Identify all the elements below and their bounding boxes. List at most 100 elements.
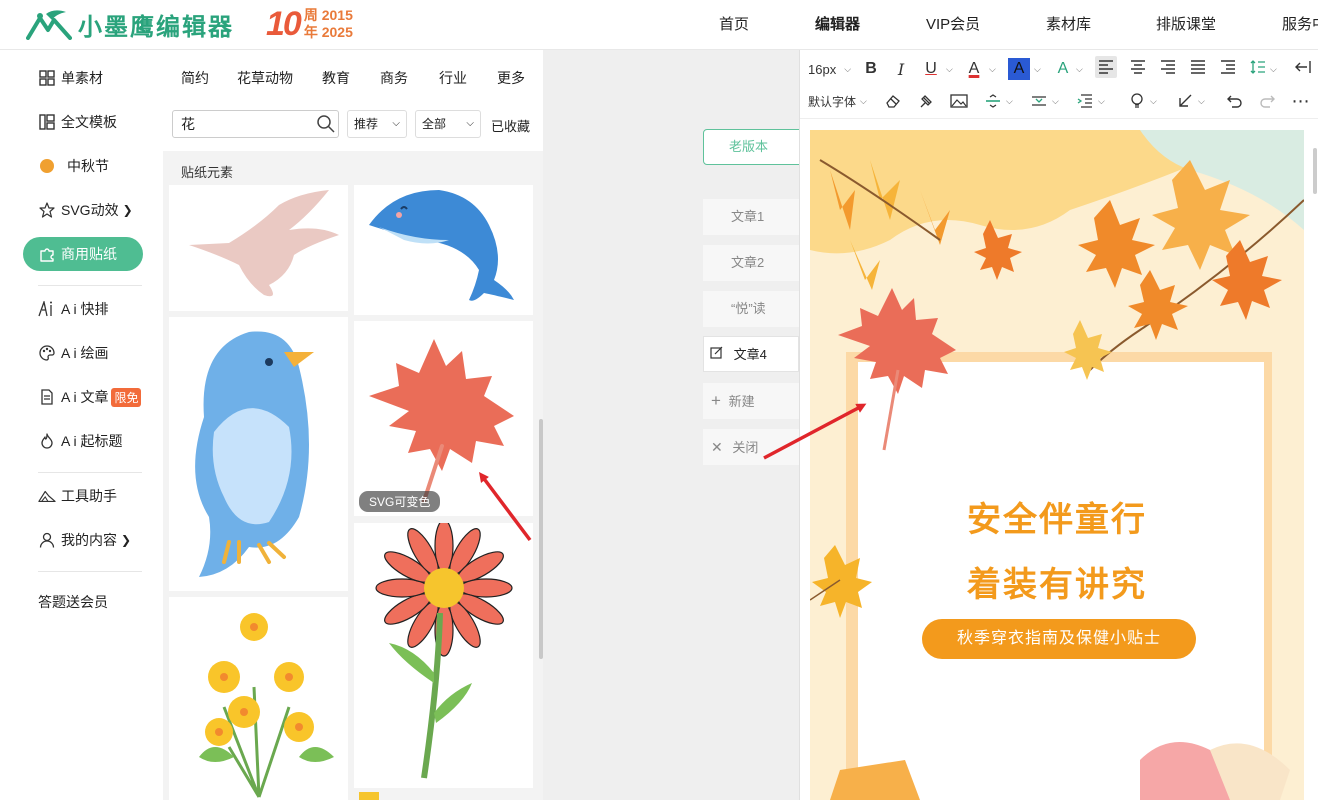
font-size-value: 16px [808,61,837,77]
sidebar-item-tools[interactable]: 工具助手 [23,479,143,513]
sidebar-item-label: A i 文章 [61,389,109,405]
article-label: 文章4 [733,347,767,362]
sidebar-item-stickers[interactable]: 商用贴纸 [23,237,143,271]
image-icon[interactable] [948,90,970,112]
chevron-down-icon: ⌵ [392,118,400,129]
star-icon [38,201,56,219]
anniversary-char-1: 周 [303,7,318,23]
sticker-daisy[interactable] [354,523,533,788]
nav-course[interactable]: 排版课堂 [1156,0,1216,50]
sidebar-item-label: 中秋节 [67,158,109,174]
sidebar-item-label: A i 起标题 [61,433,123,449]
highlight-color-icon[interactable]: A [1008,58,1030,80]
indent-icon[interactable] [1217,56,1239,78]
category-tab[interactable]: 更多 [497,68,525,88]
layout-icon [38,113,56,131]
text-effect-icon[interactable]: A [1052,58,1074,80]
nav-home[interactable]: 首页 [719,0,749,50]
sticker-dove[interactable] [169,185,348,311]
align-right-icon[interactable] [1157,56,1179,78]
sidebar: 单素材 全文模板 中秋节 SVG动效 ❯ 商用贴纸 A i 快排 A i 绘画 … [0,50,163,800]
letter-spacing-icon[interactable] [1074,90,1096,112]
arrow-down-left-icon[interactable] [1174,90,1196,112]
align-left-icon[interactable] [1095,56,1117,78]
nav-editor[interactable]: 编辑器 [815,0,860,50]
undo-icon[interactable] [1224,90,1246,112]
sidebar-item-label: A i 绘画 [61,345,109,361]
sidebar-item-ai-article[interactable]: A i 文章 限免 [23,380,153,414]
sticker-grid: 贴纸元素 SVG可变色 [163,151,543,800]
align-justify-icon[interactable] [1187,56,1209,78]
sticker-dolphin[interactable] [354,185,533,315]
sticker-maple-leaf[interactable]: SVG可变色 [354,321,533,516]
sidebar-item-ai-paint[interactable]: A i 绘画 [23,336,143,370]
close-article-button[interactable]: ✕ 关闭 [703,429,799,465]
sort-select[interactable]: 推荐 ⌵ [347,110,407,138]
flame-icon [38,432,56,450]
chevron-down-icon: ⌵ [1034,64,1041,74]
sidebar-item-my-content[interactable]: 我的内容 ❯ [23,523,143,557]
free-badge: 限免 [111,387,142,407]
font-family-select[interactable]: 默认字体 ⌵ [808,90,867,112]
svg-color-tag: SVG可变色 [359,491,441,512]
chevron-down-icon: ⌵ [1052,96,1059,106]
filter-select[interactable]: 全部 ⌵ [415,110,481,138]
article-item[interactable]: “悦”读 [703,291,799,327]
article-item[interactable]: 文章1 [703,199,799,235]
palette-icon [38,344,56,362]
category-tab[interactable]: 花草动物 [237,68,293,88]
nav-vip[interactable]: VIP会员 [926,0,980,50]
sidebar-item-label: 答题送会员 [38,594,108,610]
sidebar-item-label: A i 快排 [61,301,109,317]
headline-1[interactable]: 安全伴童行 [810,492,1304,541]
sticker-yellow-flowers[interactable] [169,597,348,800]
format-brush-icon[interactable] [914,90,936,112]
bulb-icon[interactable] [1126,90,1148,112]
sidebar-item-single[interactable]: 单素材 [23,61,143,95]
sidebar-item-svg[interactable]: SVG动效 ❯ [23,193,143,227]
top-bar: 小墨鹰编辑器 10 周 2015 年 2025 首页 编辑器 VIP会员 素材库… [0,0,1318,50]
article-item[interactable]: 文章2 [703,245,799,281]
headline-2[interactable]: 着装有讲究 [810,557,1304,606]
sidebar-item-ai-layout[interactable]: A i 快排 [23,292,143,326]
exit-icon[interactable] [1292,56,1314,78]
font-size-select[interactable]: 16px ⌵ [808,58,851,80]
line-height-icon[interactable] [1247,56,1269,78]
font-color-icon[interactable]: A [963,58,985,80]
nav-materials[interactable]: 素材库 [1046,0,1091,50]
chevron-down-icon: ⌵ [1006,96,1013,106]
sidebar-item-quiz[interactable]: 答题送会员 [23,585,143,619]
article-canvas[interactable]: 安全伴童行 着装有讲究 秋季穿衣指南及保健小贴士 [810,130,1304,800]
category-tab[interactable]: 行业 [439,68,467,88]
divider-icon[interactable] [982,90,1004,112]
subtitle-pill[interactable]: 秋季穿衣指南及保健小贴士 [922,619,1196,659]
sidebar-item-ai-title[interactable]: A i 起标题 [23,424,143,458]
spacing-icon[interactable] [1028,90,1050,112]
align-center-icon[interactable] [1127,56,1149,78]
new-article-button[interactable]: + 新建 [703,383,799,419]
anniversary-badge: 10 周 2015 年 2025 [266,4,353,44]
nav-service[interactable]: 服务中心 [1282,0,1318,50]
category-tab[interactable]: 简约 [181,68,209,88]
search-icon[interactable] [316,114,336,134]
puzzle-icon [38,245,56,263]
logo[interactable]: 小墨鹰编辑器 [26,8,234,41]
bold-icon[interactable]: B [860,58,882,80]
search-input[interactable]: 花 [172,110,339,138]
category-tab[interactable]: 商务 [380,68,408,88]
category-tab[interactable]: 教育 [322,68,350,88]
redo-icon[interactable] [1256,90,1278,112]
doc-icon [38,388,56,406]
editor-scrollbar[interactable] [1313,148,1317,194]
sidebar-item-midautumn[interactable]: 中秋节 [23,149,143,183]
sticker-bird[interactable] [169,317,348,591]
article-item-current[interactable]: 文章4 [703,336,799,372]
eraser-icon[interactable] [882,90,904,112]
new-label: 新建 [728,394,755,409]
sidebar-item-template[interactable]: 全文模板 [23,105,143,139]
italic-icon[interactable]: I [890,58,912,80]
more-icon[interactable]: ⋯ [1290,90,1312,112]
old-version-button[interactable]: 老版本 [703,129,803,165]
favorites-link[interactable]: 已收藏 [491,116,530,135]
underline-icon[interactable]: U [920,58,942,80]
